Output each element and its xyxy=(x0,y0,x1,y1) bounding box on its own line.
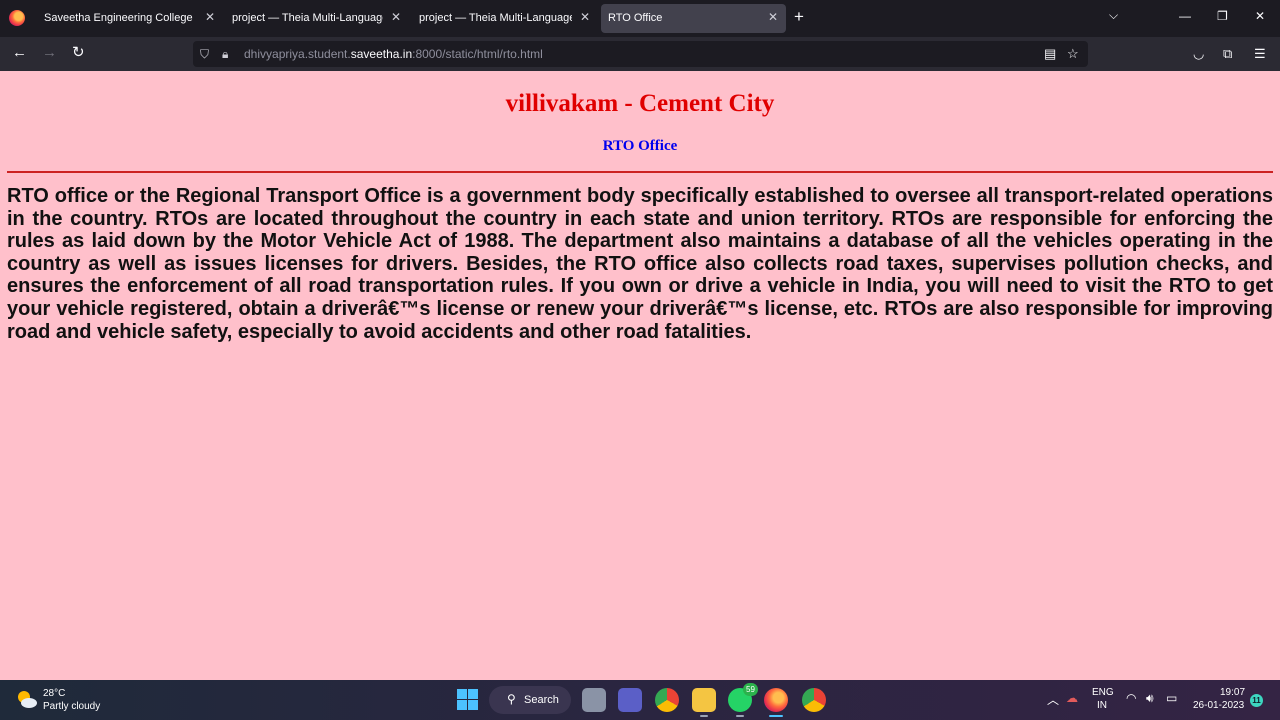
file-explorer-icon[interactable] xyxy=(692,688,716,717)
close-icon[interactable]: ✕ xyxy=(391,10,401,24)
running-indicator xyxy=(736,715,744,717)
chrome-icon[interactable] xyxy=(655,688,679,712)
reload-button[interactable]: ↻ xyxy=(72,45,85,61)
running-indicator xyxy=(700,715,708,717)
lock-icon[interactable]: 🔒︎ xyxy=(222,47,228,62)
weather-temperature[interactable]: 28°C xyxy=(43,688,65,699)
notification-count-badge[interactable]: 11 xyxy=(1250,694,1263,707)
clock-time[interactable]: 19:07 xyxy=(1220,687,1245,698)
teams-chat-icon[interactable] xyxy=(618,688,642,712)
whatsapp-unread-badge: 59 xyxy=(743,683,758,696)
new-tab-button[interactable]: + xyxy=(794,8,804,26)
restore-button[interactable]: ❐ xyxy=(1217,9,1228,23)
tab-strip: Saveetha Engineering College ✕ project —… xyxy=(0,0,1280,37)
shield-icon[interactable]: ⛉ xyxy=(200,47,209,62)
network-alert-icon[interactable]: ☁ xyxy=(1066,691,1078,705)
tab-saveetha[interactable]: Saveetha Engineering College ✕ xyxy=(37,4,223,33)
bookmark-star-icon[interactable]: ☆ xyxy=(1067,46,1079,62)
tab-label: Saveetha Engineering College xyxy=(44,12,193,24)
rto-description: RTO office or the Regional Transport Off… xyxy=(7,185,1273,343)
close-icon[interactable]: ✕ xyxy=(580,10,590,24)
tab-label: project — Theia Multi-Language Ex xyxy=(419,12,572,24)
minimize-button[interactable]: — xyxy=(1179,9,1191,23)
tab-label: RTO Office xyxy=(608,12,663,24)
page-subheading: RTO Office xyxy=(602,138,678,154)
taskbar: 28°C Partly cloudy ⚲ Search 59 ︿ ☁ ENG I… xyxy=(0,680,1280,720)
chrome-profile-icon[interactable] xyxy=(802,688,826,712)
volume-icon[interactable]: 🔊︎ xyxy=(1146,691,1154,706)
battery-icon[interactable]: ▭ xyxy=(1166,691,1177,705)
start-button[interactable] xyxy=(457,689,478,710)
url-bar[interactable]: ⛉ 🔒︎ dhivyapriya.student.saveetha.in:800… xyxy=(193,41,1088,67)
search-label: Search xyxy=(524,694,559,706)
tab-theia-1[interactable]: project — Theia Multi-Language Ex ✕ xyxy=(225,4,409,33)
close-window-button[interactable]: ✕ xyxy=(1255,9,1265,23)
close-icon[interactable]: ✕ xyxy=(768,10,778,24)
page-heading: villivakam - Cement City xyxy=(505,90,775,117)
search-icon: ⚲ xyxy=(507,692,516,706)
firefox-icon[interactable] xyxy=(9,10,25,26)
whatsapp-icon[interactable]: 59 xyxy=(728,683,758,717)
partly-cloudy-icon[interactable] xyxy=(16,689,38,709)
pocket-icon[interactable]: ◡ xyxy=(1193,46,1204,62)
forward-button[interactable]: → xyxy=(42,45,57,61)
language-indicator[interactable]: ENG xyxy=(1092,687,1114,698)
back-button[interactable]: ← xyxy=(12,45,27,61)
clock-date[interactable]: 26-01-2023 xyxy=(1193,700,1244,711)
extensions-icon[interactable]: ⧉ xyxy=(1223,46,1232,62)
tab-theia-2[interactable]: project — Theia Multi-Language Ex ✕ xyxy=(412,4,598,33)
tab-label: project — Theia Multi-Language Ex xyxy=(232,12,383,24)
navigation-toolbar: ← → ↻ ⛉ 🔒︎ dhivyapriya.student.saveetha.… xyxy=(0,37,1280,71)
search-button[interactable]: ⚲ Search xyxy=(489,686,571,714)
firefox-taskbar-icon[interactable] xyxy=(764,688,788,717)
weather-description[interactable]: Partly cloudy xyxy=(43,701,100,712)
list-all-tabs-icon[interactable]: ⌵ xyxy=(1109,8,1118,23)
task-view-icon[interactable] xyxy=(582,688,606,712)
tab-rto-office[interactable]: RTO Office ✕ xyxy=(601,4,786,33)
active-indicator xyxy=(769,715,783,717)
url-text[interactable]: dhivyapriya.student.saveetha.in:8000/sta… xyxy=(244,47,543,61)
close-icon[interactable]: ✕ xyxy=(205,10,215,24)
reader-view-icon[interactable]: ▤ xyxy=(1044,46,1056,62)
chevron-up-icon[interactable]: ︿ xyxy=(1047,691,1059,708)
horizontal-rule xyxy=(7,171,1273,173)
menu-icon[interactable]: ☰ xyxy=(1254,46,1266,62)
region-indicator[interactable]: IN xyxy=(1097,700,1107,711)
wifi-icon[interactable]: ◠ xyxy=(1126,691,1136,705)
page-content: villivakam - Cement City RTO Office RTO … xyxy=(0,71,1280,680)
